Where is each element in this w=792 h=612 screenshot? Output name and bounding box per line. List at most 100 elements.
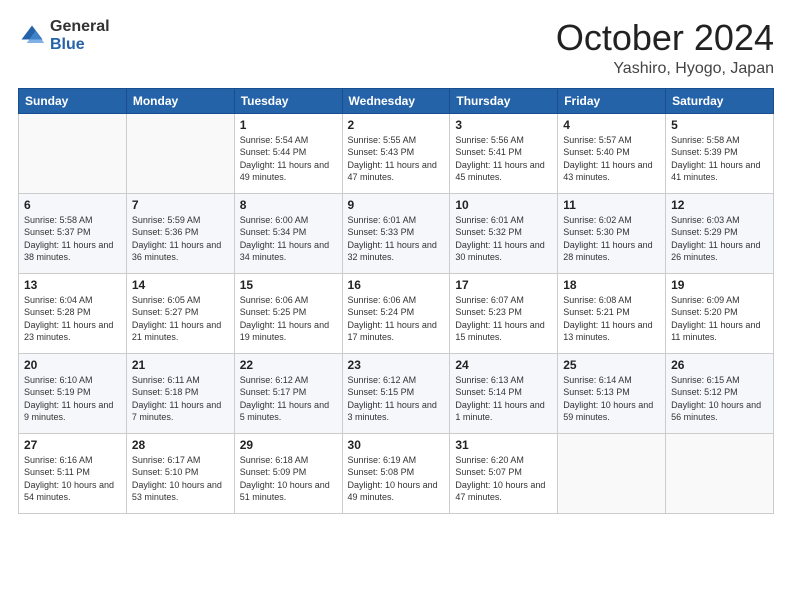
day-info: Sunrise: 6:01 AM Sunset: 5:33 PM Dayligh… [348, 214, 445, 264]
week-row-1: 1 Sunrise: 5:54 AM Sunset: 5:44 PM Daylig… [19, 113, 774, 193]
title-block: October 2024 Yashiro, Hyogo, Japan [556, 18, 774, 78]
day-number: 11 [563, 198, 660, 212]
cell-3-6: 18 Sunrise: 6:08 AM Sunset: 5:21 PM Dayli… [558, 273, 666, 353]
day-info: Sunrise: 6:10 AM Sunset: 5:19 PM Dayligh… [24, 374, 121, 424]
cell-1-2 [126, 113, 234, 193]
cell-1-5: 3 Sunrise: 5:56 AM Sunset: 5:41 PM Daylig… [450, 113, 558, 193]
cell-1-4: 2Sunrise: 5:55 AM Sunset: 5:43 PM Daylig… [342, 113, 450, 193]
day-number: 2 [348, 118, 445, 132]
logo-icon [18, 22, 46, 50]
location-title: Yashiro, Hyogo, Japan [556, 60, 774, 78]
day-info: Sunrise: 6:20 AM Sunset: 5:07 PM Dayligh… [455, 454, 552, 504]
cell-4-7: 26 Sunrise: 6:15 AM Sunset: 5:12 PM Dayli… [666, 353, 774, 433]
day-number: 24 [455, 358, 552, 372]
day-number: 29 [240, 438, 337, 452]
day-info: Sunrise: 5:56 AM Sunset: 5:41 PM Dayligh… [455, 134, 552, 184]
week-row-2: 6Sunrise: 5:58 AM Sunset: 5:37 PM Daylig… [19, 193, 774, 273]
cell-2-6: 11 Sunrise: 6:02 AM Sunset: 5:30 PM Dayli… [558, 193, 666, 273]
day-info: Sunrise: 6:12 AM Sunset: 5:15 PM Dayligh… [348, 374, 445, 424]
cell-5-3: 29 Sunrise: 6:18 AM Sunset: 5:09 PM Dayli… [234, 433, 342, 513]
day-info: Sunrise: 6:18 AM Sunset: 5:09 PM Dayligh… [240, 454, 337, 504]
header-friday: Friday [558, 88, 666, 113]
day-number: 3 [455, 118, 552, 132]
day-number: 4 [563, 118, 660, 132]
day-number: 8 [240, 198, 337, 212]
day-number: 31 [455, 438, 552, 452]
cell-5-4: 30Sunrise: 6:19 AM Sunset: 5:08 PM Dayli… [342, 433, 450, 513]
day-number: 16 [348, 278, 445, 292]
cell-2-1: 6Sunrise: 5:58 AM Sunset: 5:37 PM Daylig… [19, 193, 127, 273]
day-info: Sunrise: 6:05 AM Sunset: 5:27 PM Dayligh… [132, 294, 229, 344]
cell-3-3: 15Sunrise: 6:06 AM Sunset: 5:25 PM Dayli… [234, 273, 342, 353]
cell-3-4: 16 Sunrise: 6:06 AM Sunset: 5:24 PM Dayli… [342, 273, 450, 353]
cell-3-1: 13Sunrise: 6:04 AM Sunset: 5:28 PM Dayli… [19, 273, 127, 353]
day-number: 23 [348, 358, 445, 372]
header-saturday: Saturday [666, 88, 774, 113]
cell-2-3: 8 Sunrise: 6:00 AM Sunset: 5:34 PM Daylig… [234, 193, 342, 273]
day-number: 19 [671, 278, 768, 292]
cell-5-2: 28Sunrise: 6:17 AM Sunset: 5:10 PM Dayli… [126, 433, 234, 513]
cell-4-1: 20 Sunrise: 6:10 AM Sunset: 5:19 PM Dayli… [19, 353, 127, 433]
day-info: Sunrise: 6:00 AM Sunset: 5:34 PM Dayligh… [240, 214, 337, 264]
logo-general-text: General [50, 18, 110, 36]
header-tuesday: Tuesday [234, 88, 342, 113]
day-info: Sunrise: 6:08 AM Sunset: 5:21 PM Dayligh… [563, 294, 660, 344]
day-info: Sunrise: 6:16 AM Sunset: 5:11 PM Dayligh… [24, 454, 121, 504]
day-info: Sunrise: 6:12 AM Sunset: 5:17 PM Dayligh… [240, 374, 337, 424]
cell-5-5: 31 Sunrise: 6:20 AM Sunset: 5:07 PM Dayli… [450, 433, 558, 513]
day-info: Sunrise: 5:59 AM Sunset: 5:36 PM Dayligh… [132, 214, 229, 264]
day-number: 30 [348, 438, 445, 452]
day-number: 9 [348, 198, 445, 212]
weekday-header-row: Sunday Monday Tuesday Wednesday Thursday… [19, 88, 774, 113]
cell-1-7: 5 Sunrise: 5:58 AM Sunset: 5:39 PM Daylig… [666, 113, 774, 193]
week-row-5: 27 Sunrise: 6:16 AM Sunset: 5:11 PM Dayli… [19, 433, 774, 513]
cell-4-5: 24 Sunrise: 6:13 AM Sunset: 5:14 PM Dayli… [450, 353, 558, 433]
day-info: Sunrise: 6:06 AM Sunset: 5:24 PM Dayligh… [348, 294, 445, 344]
day-info: Sunrise: 6:13 AM Sunset: 5:14 PM Dayligh… [455, 374, 552, 424]
logo: General Blue [18, 18, 110, 53]
cell-5-6 [558, 433, 666, 513]
cell-4-6: 25Sunrise: 6:14 AM Sunset: 5:13 PM Dayli… [558, 353, 666, 433]
header-monday: Monday [126, 88, 234, 113]
day-number: 1 [240, 118, 337, 132]
week-row-3: 13Sunrise: 6:04 AM Sunset: 5:28 PM Dayli… [19, 273, 774, 353]
day-number: 18 [563, 278, 660, 292]
day-info: Sunrise: 6:03 AM Sunset: 5:29 PM Dayligh… [671, 214, 768, 264]
day-number: 22 [240, 358, 337, 372]
day-number: 5 [671, 118, 768, 132]
cell-1-3: 1 Sunrise: 5:54 AM Sunset: 5:44 PM Daylig… [234, 113, 342, 193]
day-number: 6 [24, 198, 121, 212]
day-number: 20 [24, 358, 121, 372]
day-number: 26 [671, 358, 768, 372]
week-row-4: 20 Sunrise: 6:10 AM Sunset: 5:19 PM Dayli… [19, 353, 774, 433]
day-number: 13 [24, 278, 121, 292]
day-info: Sunrise: 5:54 AM Sunset: 5:44 PM Dayligh… [240, 134, 337, 184]
day-number: 27 [24, 438, 121, 452]
day-number: 14 [132, 278, 229, 292]
header-sunday: Sunday [19, 88, 127, 113]
logo-blue-text: Blue [50, 36, 110, 54]
cell-2-7: 12Sunrise: 6:03 AM Sunset: 5:29 PM Dayli… [666, 193, 774, 273]
day-info: Sunrise: 5:57 AM Sunset: 5:40 PM Dayligh… [563, 134, 660, 184]
cell-5-1: 27 Sunrise: 6:16 AM Sunset: 5:11 PM Dayli… [19, 433, 127, 513]
cell-1-1 [19, 113, 127, 193]
day-info: Sunrise: 6:02 AM Sunset: 5:30 PM Dayligh… [563, 214, 660, 264]
day-info: Sunrise: 6:15 AM Sunset: 5:12 PM Dayligh… [671, 374, 768, 424]
day-info: Sunrise: 5:58 AM Sunset: 5:39 PM Dayligh… [671, 134, 768, 184]
day-info: Sunrise: 6:07 AM Sunset: 5:23 PM Dayligh… [455, 294, 552, 344]
cell-5-7 [666, 433, 774, 513]
day-info: Sunrise: 6:17 AM Sunset: 5:10 PM Dayligh… [132, 454, 229, 504]
day-number: 21 [132, 358, 229, 372]
cell-1-6: 4 Sunrise: 5:57 AM Sunset: 5:40 PM Daylig… [558, 113, 666, 193]
cell-4-3: 22 Sunrise: 6:12 AM Sunset: 5:17 PM Dayli… [234, 353, 342, 433]
cell-2-5: 10Sunrise: 6:01 AM Sunset: 5:32 PM Dayli… [450, 193, 558, 273]
logo-text: General Blue [50, 18, 110, 53]
cell-3-2: 14 Sunrise: 6:05 AM Sunset: 5:27 PM Dayli… [126, 273, 234, 353]
header-thursday: Thursday [450, 88, 558, 113]
cell-4-2: 21Sunrise: 6:11 AM Sunset: 5:18 PM Dayli… [126, 353, 234, 433]
day-info: Sunrise: 6:14 AM Sunset: 5:13 PM Dayligh… [563, 374, 660, 424]
day-number: 15 [240, 278, 337, 292]
month-title: October 2024 [556, 18, 774, 58]
calendar-table: Sunday Monday Tuesday Wednesday Thursday… [18, 88, 774, 514]
cell-3-5: 17Sunrise: 6:07 AM Sunset: 5:23 PM Dayli… [450, 273, 558, 353]
